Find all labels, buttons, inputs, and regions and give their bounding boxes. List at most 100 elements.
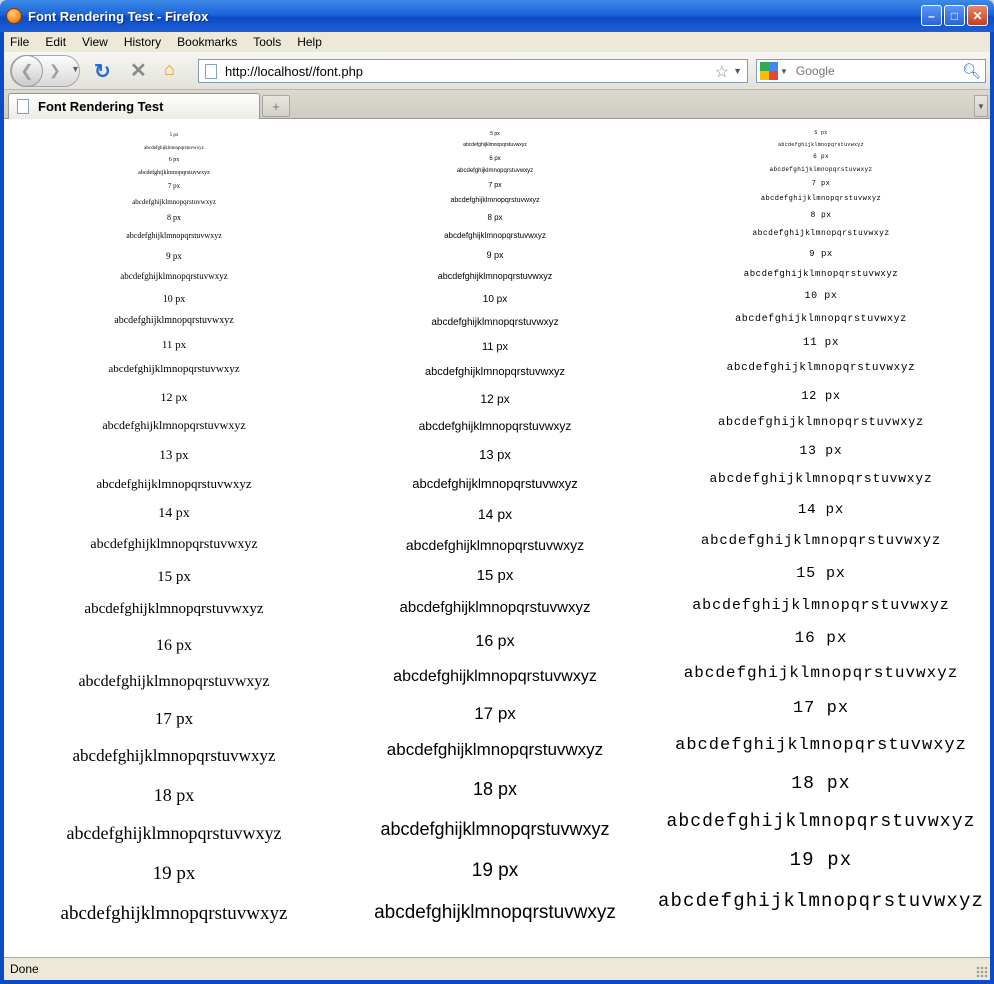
- menu-edit[interactable]: Edit: [37, 35, 74, 49]
- size-label-sans-15: 15 px: [476, 567, 514, 584]
- size-label-mono-10: 10 px: [804, 291, 838, 302]
- sample-text-sans-5: abcdefghijklmnopqrstuvwxyz: [463, 142, 527, 148]
- window-controls: – □ ✕: [921, 5, 988, 26]
- search-bar[interactable]: ▼ 🔍︎: [756, 59, 986, 83]
- sample-text-mono-14: abcdefghijklmnopqrstuvwxyz: [700, 533, 942, 549]
- menu-history[interactable]: History: [116, 35, 169, 49]
- size-label-mono-11: 11 px: [802, 337, 840, 349]
- history-dropdown-icon[interactable]: ▼: [71, 64, 80, 74]
- menu-tools[interactable]: Tools: [245, 35, 289, 49]
- size-label-serif-14: 14 px: [158, 506, 190, 521]
- window-title: Font Rendering Test - Firefox: [28, 8, 209, 24]
- sample-text-mono-19: abcdefghijklmnopqrstuvwxyz: [657, 890, 985, 912]
- size-label-mono-18: 18 px: [791, 774, 851, 794]
- size-label-mono-9: 9 px: [809, 249, 833, 259]
- sample-text-mono-11: abcdefghijklmnopqrstuvwxyz: [726, 362, 916, 374]
- size-label-sans-7: 7 px: [488, 182, 502, 189]
- url-dropdown-icon[interactable]: ▼: [733, 66, 742, 76]
- firefox-icon: [6, 8, 22, 24]
- sample-text-mono-15: abcdefghijklmnopqrstuvwxyz: [692, 597, 950, 614]
- forward-button[interactable]: ❯: [49, 62, 61, 79]
- google-icon[interactable]: [760, 62, 778, 80]
- sample-text-serif-5: abcdefghijklmnopqrstuvwxyz: [144, 146, 204, 151]
- sample-text-serif-11: abcdefghijklmnopqrstuvwxyz: [108, 363, 240, 375]
- search-engine-dropdown-icon[interactable]: ▼: [780, 67, 788, 76]
- size-label-serif-7: 7 px: [167, 182, 181, 190]
- close-button[interactable]: ✕: [967, 5, 988, 26]
- size-label-mono-13: 13 px: [799, 443, 843, 458]
- resize-grip-icon[interactable]: [976, 966, 988, 978]
- home-icon[interactable]: ⌂: [164, 59, 175, 80]
- stop-icon[interactable]: ✕: [130, 58, 147, 83]
- menu-help[interactable]: Help: [289, 35, 330, 49]
- back-forward-group: ❮ ❯ ▼: [10, 55, 80, 87]
- size-label-serif-9: 9 px: [166, 251, 182, 261]
- minimize-button[interactable]: –: [921, 5, 942, 26]
- sample-text-serif-9: abcdefghijklmnopqrstuvwxyz: [120, 271, 228, 281]
- size-label-serif-16: 16 px: [156, 637, 192, 654]
- menu-view[interactable]: View: [74, 35, 116, 49]
- size-label-mono-8: 8 px: [810, 211, 832, 220]
- sample-text-sans-18: abcdefghijklmnopqrstuvwxyz: [380, 819, 610, 839]
- size-label-mono-7: 7 px: [811, 180, 831, 188]
- sample-text-sans-9: abcdefghijklmnopqrstuvwxyz: [437, 271, 553, 281]
- sample-text-sans-12: abcdefghijklmnopqrstuvwxyz: [418, 419, 572, 433]
- sample-text-sans-13: abcdefghijklmnopqrstuvwxyz: [412, 476, 578, 491]
- size-label-sans-14: 14 px: [477, 506, 513, 522]
- sample-text-mono-13: abcdefghijklmnopqrstuvwxyz: [709, 471, 933, 486]
- size-label-sans-13: 13 px: [479, 447, 511, 462]
- size-label-serif-15: 15 px: [157, 569, 191, 585]
- menu-file[interactable]: File: [4, 35, 37, 49]
- size-label-mono-17: 17 px: [792, 699, 850, 718]
- status-bar: Done: [4, 957, 990, 980]
- sample-text-serif-13: abcdefghijklmnopqrstuvwxyz: [96, 476, 252, 491]
- page-icon: [205, 63, 217, 79]
- sample-text-mono-10: abcdefghijklmnopqrstuvwxyz: [735, 314, 907, 325]
- menu-bookmarks[interactable]: Bookmarks: [169, 35, 245, 49]
- size-label-mono-5: 5 px: [814, 130, 828, 136]
- sample-text-serif-12: abcdefghijklmnopqrstuvwxyz: [102, 418, 246, 432]
- sample-text-sans-6: abcdefghijklmnopqrstuvwxyz: [456, 168, 534, 174]
- sample-text-sans-7: abcdefghijklmnopqrstuvwxyz: [450, 197, 540, 204]
- tab-list-dropdown-icon[interactable]: ▼: [974, 95, 988, 117]
- back-arrow-icon: ❮: [20, 63, 34, 80]
- sample-text-serif-18: abcdefghijklmnopqrstuvwxyz: [66, 823, 282, 843]
- size-label-mono-6: 6 px: [813, 153, 829, 160]
- sample-text-serif-17: abcdefghijklmnopqrstuvwxyz: [72, 746, 276, 765]
- search-icon[interactable]: 🔍︎: [962, 62, 981, 80]
- search-input[interactable]: [795, 64, 956, 78]
- size-label-serif-18: 18 px: [153, 785, 195, 805]
- size-label-sans-17: 17 px: [474, 704, 516, 723]
- sample-text-serif-14: abcdefghijklmnopqrstuvwxyz: [90, 537, 258, 552]
- size-label-mono-19: 19 px: [789, 849, 853, 871]
- bookmark-star-icon[interactable]: ☆: [715, 62, 729, 82]
- size-label-sans-5: 5 px: [490, 131, 500, 137]
- size-label-sans-11: 11 px: [481, 341, 509, 353]
- size-label-sans-6: 6 px: [489, 156, 501, 162]
- status-text: Done: [10, 962, 39, 976]
- sample-text-mono-16: abcdefghijklmnopqrstuvwxyz: [683, 664, 959, 682]
- maximize-button[interactable]: □: [944, 5, 965, 26]
- sample-text-sans-8: abcdefghijklmnopqrstuvwxyz: [444, 231, 546, 240]
- sample-text-sans-16: abcdefghijklmnopqrstuvwxyz: [393, 668, 597, 685]
- sample-text-mono-6: abcdefghijklmnopqrstuvwxyz: [769, 166, 873, 173]
- back-button[interactable]: ❮: [11, 55, 43, 87]
- sample-text-sans-19: abcdefghijklmnopqrstuvwxyz: [374, 902, 616, 923]
- sample-text-sans-17: abcdefghijklmnopqrstuvwxyz: [386, 740, 604, 759]
- navigation-toolbar: ❮ ❯ ▼ ↻ ✕ ⌂ ☆ ▼ ▼ 🔍︎: [4, 52, 990, 90]
- size-label-serif-8: 8 px: [167, 213, 181, 222]
- size-label-mono-16: 16 px: [794, 629, 848, 647]
- size-label-sans-16: 16 px: [475, 633, 515, 650]
- title-bar: Font Rendering Test - Firefox – □ ✕: [0, 0, 994, 32]
- menu-bar: File Edit View History Bookmarks Tools H…: [4, 32, 990, 52]
- new-tab-button[interactable]: +: [262, 95, 290, 117]
- window-frame-right: [990, 32, 994, 984]
- sample-text-mono-17: abcdefghijklmnopqrstuvwxyz: [675, 736, 967, 755]
- url-input[interactable]: [225, 63, 695, 79]
- reload-icon[interactable]: ↻: [94, 59, 111, 84]
- size-label-serif-5: 5 px: [169, 133, 179, 138]
- tab-font-rendering-test[interactable]: Font Rendering Test: [8, 93, 260, 119]
- size-label-sans-10: 10 px: [482, 294, 508, 305]
- font-columns: 5 px abcdefghijklmnopqrstuvwxyz 6 px abcdef…: [4, 119, 990, 957]
- url-bar[interactable]: ☆ ▼: [198, 59, 748, 83]
